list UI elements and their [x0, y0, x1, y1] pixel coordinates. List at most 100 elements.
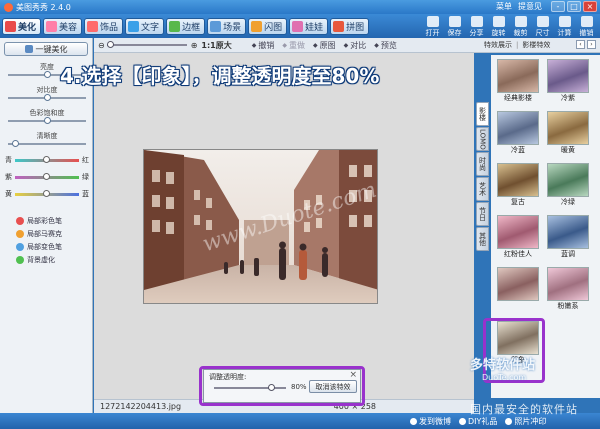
side-tab-3[interactable]: 艺术	[476, 177, 489, 201]
toolbar-button-5[interactable]: 尺寸	[533, 16, 552, 38]
tab-1[interactable]: 美容	[43, 17, 83, 35]
effect-thumb-6[interactable]: 红粉佳人	[497, 215, 539, 258]
effect-thumb-0[interactable]: 经典影楼	[497, 59, 539, 102]
color-slider[interactable]	[15, 155, 79, 163]
effects-header: 特效展示 | 影楼特效 ‹ ›	[474, 38, 600, 53]
toolbar-icon	[580, 16, 593, 27]
tab-4[interactable]: 边框	[166, 17, 206, 35]
effect-thumb-4[interactable]: 复古	[497, 163, 539, 206]
zoom-bar: ⊖ ⊕ 1:1原大 ◆ 撤销 ◆ 重做 ◆ 原图 ◆ 对比 ◆ 预览	[94, 38, 474, 53]
zoom-out-icon[interactable]: ⊖	[98, 41, 105, 50]
feedback-link[interactable]: 提意见	[518, 1, 542, 12]
tab-0[interactable]: 美化	[2, 17, 42, 35]
effect-thumb-2[interactable]: 冷蓝	[497, 111, 539, 154]
color-slider-knob[interactable]	[43, 172, 50, 180]
toolbar-label: 保存	[447, 29, 462, 37]
tab-icon	[87, 20, 99, 32]
work-action-1[interactable]: ◆ 重做	[282, 40, 305, 51]
tool-item-1[interactable]: 局部马赛克	[16, 229, 62, 239]
tab-3[interactable]: 文字	[125, 17, 165, 35]
slider-track[interactable]	[8, 94, 86, 101]
color-right-label: 绿	[82, 173, 89, 181]
work-action-4[interactable]: ◆ 预览	[374, 40, 397, 51]
slider-track[interactable]	[8, 117, 86, 124]
tab-label: 边框	[182, 22, 201, 33]
toolbar-button-1[interactable]: 保存	[445, 16, 464, 38]
toolbar-icon	[426, 16, 439, 27]
color-slider[interactable]	[15, 189, 79, 197]
link-icon	[459, 417, 466, 425]
tool-item-3[interactable]: 背景虚化	[16, 255, 55, 265]
studio-effects-tab[interactable]: 影楼特效	[522, 40, 550, 50]
side-tab-4[interactable]: 节日	[476, 202, 489, 226]
toolbar-label: 裁剪	[513, 29, 528, 37]
effect-thumb-7[interactable]: 蓝调	[547, 215, 589, 258]
effect-thumb-1[interactable]: 冷紫	[547, 59, 589, 102]
effect-thumb-5[interactable]: 冷绿	[547, 163, 589, 206]
window-title: 美图秀秀 2.4.0	[16, 2, 71, 12]
tab-6[interactable]: 闪图	[248, 17, 288, 35]
toolbar-button-7[interactable]: 撤销	[577, 16, 596, 38]
minimize-button[interactable]: -	[551, 1, 565, 12]
action-icon: ◆	[374, 41, 379, 49]
effects-showcase-tab[interactable]: 特效展示	[484, 40, 512, 50]
side-tab-2[interactable]: 时尚	[476, 152, 489, 176]
color-slider[interactable]	[15, 172, 79, 180]
action-icon: ◆	[282, 41, 287, 49]
work-action-3[interactable]: ◆ 对比	[344, 40, 367, 51]
tab-8[interactable]: 拼图	[330, 17, 370, 35]
toolbar-button-4[interactable]: 裁剪	[511, 16, 530, 38]
tab-icon	[5, 20, 16, 32]
color-slider-knob[interactable]	[43, 189, 50, 197]
menu-button[interactable]: 菜单	[496, 1, 512, 12]
zoom-knob[interactable]	[106, 41, 114, 48]
zoom-slider[interactable]	[106, 41, 187, 48]
title-bar: 美图秀秀 2.4.0 菜单 提意见 - □ ×	[0, 0, 600, 14]
effect-thumb-3[interactable]: 暖黄	[547, 111, 589, 154]
action-label: 撤销	[258, 40, 275, 50]
bottom-link-1[interactable]: DIY礼品	[459, 416, 497, 427]
bottom-link-0[interactable]: 发到微博	[410, 416, 451, 427]
zoom-text[interactable]: 1:1原大	[201, 40, 231, 51]
toolbar-label: 旋转	[491, 29, 506, 37]
tab-7[interactable]: 娃娃	[289, 17, 329, 35]
slider-track[interactable]	[8, 140, 86, 147]
effect-caption: 蓝调	[561, 250, 575, 258]
tab-label: 美化	[18, 22, 37, 33]
bottom-link-2[interactable]: 照片冲印	[505, 416, 546, 427]
action-label: 预览	[380, 40, 397, 50]
side-tab-1[interactable]: LOMO	[476, 127, 489, 151]
next-page-button[interactable]: ›	[587, 40, 596, 49]
color-slider-knob[interactable]	[43, 155, 50, 163]
color-left-label: 青	[5, 156, 12, 164]
slider-knob[interactable]	[11, 140, 19, 147]
side-tab-5[interactable]: 其他	[476, 227, 489, 251]
work-action-2[interactable]: ◆ 原图	[313, 40, 336, 51]
effect-caption: 冷蓝	[511, 146, 525, 154]
tab-5[interactable]: 场景	[207, 17, 247, 35]
effect-thumb-8[interactable]	[497, 267, 539, 309]
slider-knob[interactable]	[43, 117, 51, 124]
zoom-in-icon[interactable]: ⊕	[191, 41, 198, 50]
close-button[interactable]: ×	[583, 1, 597, 12]
one-click-beautify-button[interactable]: 一键美化	[4, 42, 88, 56]
tool-label: 局部马赛克	[27, 230, 62, 238]
toolbar-button-0[interactable]: 打开	[423, 16, 442, 38]
tab-icon	[46, 20, 58, 32]
tool-item-2[interactable]: 局部变色笔	[16, 242, 62, 252]
toolbar-button-2[interactable]: 分享	[467, 16, 486, 38]
adjust-slider-3[interactable]: 清晰度	[8, 131, 86, 147]
toolbar-button-3[interactable]: 旋转	[489, 16, 508, 38]
slider-knob[interactable]	[43, 94, 51, 101]
toolbar-button-6[interactable]: 计算	[555, 16, 574, 38]
prev-page-button[interactable]: ‹	[576, 40, 585, 49]
tab-label: 文字	[141, 22, 160, 33]
effect-thumb-9[interactable]: 粉嫩系	[547, 267, 589, 310]
tab-2[interactable]: 饰品	[84, 17, 124, 35]
work-action-0[interactable]: ◆ 撤销	[252, 40, 275, 51]
adjust-slider-2[interactable]: 色彩饱和度	[8, 108, 86, 124]
side-tab-0[interactable]: 影楼	[476, 102, 489, 126]
maximize-button[interactable]: □	[567, 1, 581, 12]
tool-item-0[interactable]: 局部彩色笔	[16, 216, 62, 226]
slider-knob[interactable]	[43, 71, 51, 78]
